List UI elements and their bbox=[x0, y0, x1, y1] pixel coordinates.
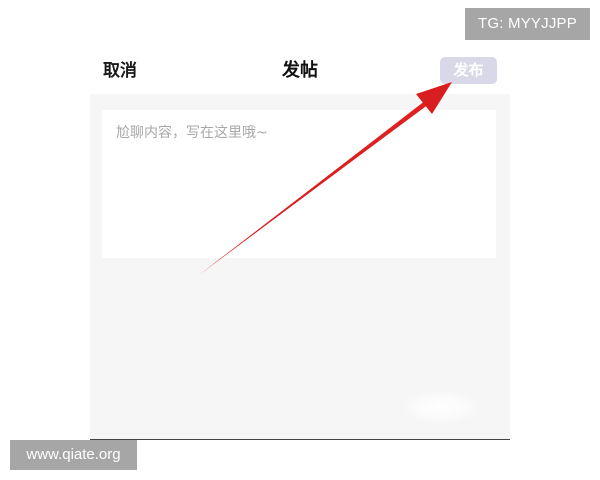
publish-button[interactable]: 发布 bbox=[440, 57, 497, 84]
content-area bbox=[90, 94, 510, 439]
post-content-input[interactable] bbox=[102, 110, 496, 258]
bottom-divider bbox=[90, 439, 510, 440]
blur-artifact bbox=[402, 390, 480, 424]
header-bar: 取消 发帖 发布 bbox=[90, 50, 510, 94]
watermark-top: TG: MYYJJPP bbox=[465, 8, 590, 40]
watermark-bottom: www.qiate.org bbox=[10, 440, 137, 470]
